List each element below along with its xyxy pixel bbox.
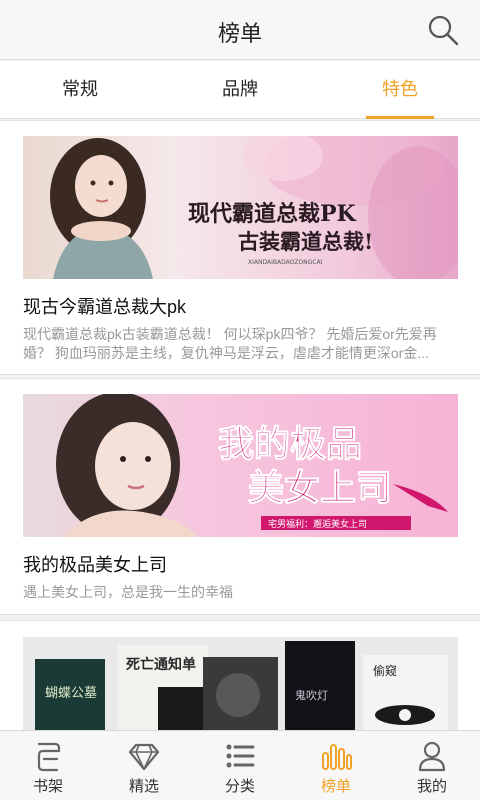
tab-bar: 常规 品牌 特色 bbox=[0, 61, 480, 119]
page-title: 榜单 bbox=[217, 21, 262, 46]
list-icon bbox=[226, 744, 255, 768]
book-title: 死亡通知单 bbox=[125, 656, 196, 673]
card-description: 现代霸道总裁pk古装霸道总裁！ 何以琛pk四爷？ 先婚后爱or先爱再婚？ 狗血玛… bbox=[23, 326, 437, 361]
book-title: 偷窥 bbox=[373, 663, 397, 678]
top-header: 榜单 bbox=[0, 0, 480, 60]
book-title: 蝴蝶公墓 bbox=[45, 686, 97, 701]
nav-category[interactable]: 分类 bbox=[192, 731, 288, 800]
bar-chart-icon bbox=[322, 744, 352, 770]
banner-image: 蝴蝶公墓 死亡通知单 鬼吹灯 偷窥 bbox=[23, 637, 458, 737]
nav-label: 分类 bbox=[224, 778, 255, 795]
book-title: 鬼吹灯 bbox=[295, 688, 328, 702]
card-title: 现古今霸道总裁大pk bbox=[23, 297, 187, 317]
list-item[interactable]: 现代霸道总裁PK 古装霸道总裁! XIANDAIBADAOZONGCAI 现古今… bbox=[0, 120, 480, 375]
banner-image: 我的极品 美女上司 宅男福利：邂逅美女上司 bbox=[23, 394, 458, 537]
list-item[interactable]: 蝴蝶公墓 死亡通知单 鬼吹灯 偷窥 bbox=[0, 620, 480, 737]
banner-heading: 我的极品 bbox=[218, 423, 362, 465]
nav-label: 榜单 bbox=[320, 778, 351, 795]
bottom-nav: 书架 精选 分类 榜单 我的 bbox=[0, 730, 480, 800]
list-item[interactable]: 我的极品 美女上司 宅男福利：邂逅美女上司 我的极品美女上司 遇上美女上司，总是… bbox=[0, 378, 480, 615]
card-description: 遇上美女上司，总是我一生的幸福 bbox=[23, 584, 233, 600]
banner-subheading: 美女上司 bbox=[248, 467, 392, 509]
tab-regular[interactable]: 常规 bbox=[20, 61, 140, 119]
search-icon[interactable] bbox=[426, 13, 460, 47]
card-title: 我的极品美女上司 bbox=[23, 555, 167, 575]
banner-subheading: 古装霸道总裁! bbox=[238, 229, 373, 254]
tab-brand[interactable]: 品牌 bbox=[180, 61, 300, 119]
banner-small-text: 宅男福利：邂逅美女上司 bbox=[268, 518, 367, 530]
nav-label: 书架 bbox=[32, 778, 63, 795]
nav-label: 精选 bbox=[128, 778, 159, 795]
diamond-icon bbox=[128, 743, 160, 771]
user-icon bbox=[418, 741, 446, 772]
banner-heading: 现代霸道总裁PK bbox=[188, 201, 357, 227]
nav-featured[interactable]: 精选 bbox=[96, 731, 192, 800]
nav-label: 我的 bbox=[416, 778, 447, 795]
banner-small-text: XIANDAIBADAOZONGCAI bbox=[248, 259, 323, 266]
nav-bookshelf[interactable]: 书架 bbox=[0, 731, 96, 800]
tab-featured[interactable]: 特色 bbox=[340, 61, 460, 119]
banner-image: 现代霸道总裁PK 古装霸道总裁! XIANDAIBADAOZONGCAI bbox=[23, 136, 458, 279]
nav-ranking[interactable]: 榜单 bbox=[288, 731, 384, 800]
bookshelf-icon bbox=[37, 742, 61, 772]
nav-profile[interactable]: 我的 bbox=[384, 731, 480, 800]
